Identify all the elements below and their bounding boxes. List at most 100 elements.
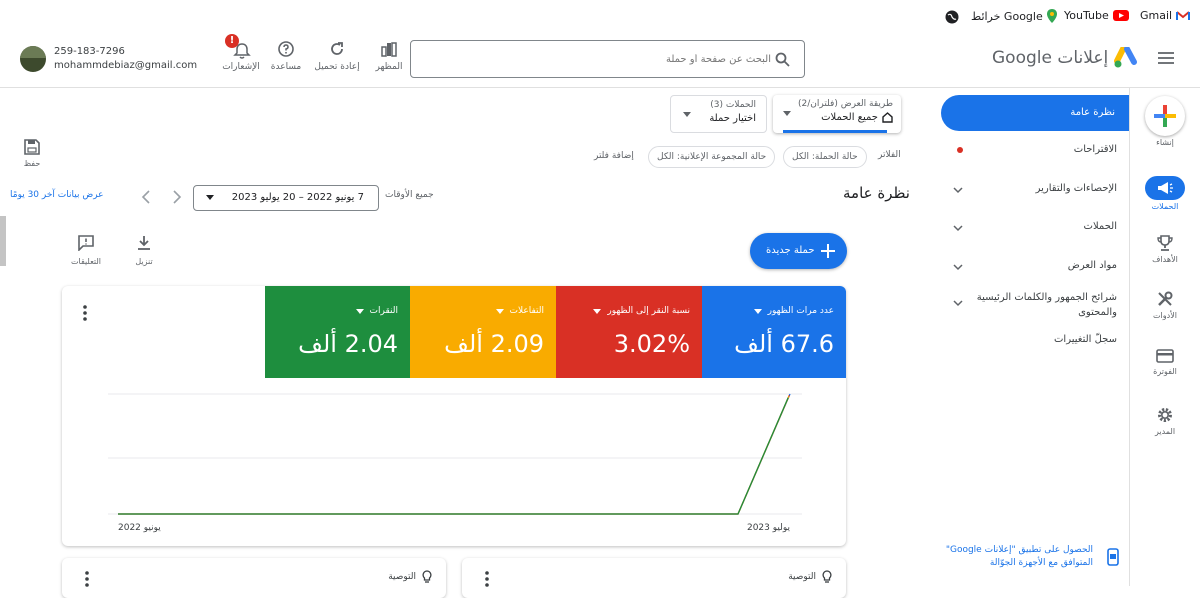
download-label: تنزيل	[135, 257, 153, 266]
save-button[interactable]: حفظ	[18, 139, 46, 168]
metric-value: 2.09 ألف	[444, 330, 544, 358]
nav-campaigns-label: الحملات	[1083, 221, 1117, 232]
megaphone-icon	[1158, 182, 1173, 194]
plus-icon	[821, 244, 835, 258]
nav-mobile-app[interactable]: الحصول على تطبيق "إعلانات Google" المتوا…	[935, 544, 1125, 570]
appearance-button[interactable]: المظهر	[364, 40, 414, 72]
chart-series-line	[118, 393, 791, 515]
app-title: إعلانات Google	[992, 48, 1109, 68]
google-ads-logo-icon[interactable]	[1114, 47, 1138, 69]
gear-icon	[1158, 408, 1172, 422]
caret-down-icon	[683, 112, 691, 117]
view-selector[interactable]: طريقة العرض (فلتران/2) جميع الحملات	[773, 95, 901, 133]
nav-recommendations-label: الاقتراحات	[1073, 144, 1117, 155]
bookmark-maps[interactable]: خرائط Google	[971, 9, 1057, 23]
bookmark-youtube[interactable]: YouTube	[1064, 9, 1129, 22]
new-campaign-button[interactable]: حملة جديدة	[750, 233, 847, 269]
nav-assets[interactable]: مواد العرض	[935, 260, 1125, 271]
chevron-down-icon	[953, 300, 963, 307]
chart-series-line	[118, 394, 790, 515]
rail-tools[interactable]: الأدوات	[1130, 290, 1200, 320]
metric-label: نسبة النقر إلى الظهور	[607, 306, 690, 316]
performance-card: عدد مرات الظهور 67.6 ألف نسبة النقر إلى …	[62, 286, 846, 546]
add-filter-button[interactable]: إضافة فلتر	[594, 151, 634, 161]
chevron-down-icon	[953, 225, 963, 232]
more-vert-icon[interactable]	[484, 570, 490, 588]
more-vert-icon[interactable]	[82, 304, 88, 322]
maps-pin-icon	[1046, 9, 1057, 23]
nav-change-history[interactable]: سجلّ التغييرات	[935, 334, 1125, 345]
campaign-selector-value: اختيار حملة	[709, 113, 756, 124]
download-icon	[138, 236, 150, 250]
nav-audiences[interactable]: شرائح الجمهور والكلمات الرئيسية والمحتوى	[935, 290, 1125, 320]
caret-down-icon	[593, 308, 602, 314]
view-selector-label: طريقة العرض (فلتران/2)	[797, 99, 893, 109]
chevron-left-icon[interactable]	[141, 190, 151, 204]
more-vert-icon[interactable]	[84, 570, 90, 588]
bookmark-maps-label: خرائط Google	[971, 9, 1043, 23]
caret-down-icon	[206, 195, 214, 200]
bookmark-youtube-label: YouTube	[1064, 9, 1109, 22]
chart-lines	[118, 393, 791, 515]
metric-impressions[interactable]: عدد مرات الظهور 67.6 ألف	[702, 286, 846, 378]
feedback-button[interactable]: التعليقات	[66, 235, 106, 266]
notifications-label: الإشعارات	[222, 62, 260, 72]
refresh-button[interactable]: إعادة تحميل	[312, 40, 362, 72]
globe-icon[interactable]	[945, 10, 959, 24]
nav-campaigns[interactable]: الحملات	[935, 221, 1125, 232]
download-button[interactable]: تنزيل	[126, 235, 162, 266]
alert-badge-icon: !	[225, 34, 239, 48]
caret-down-icon	[783, 111, 791, 116]
side-rail: إنشاء الحملات الأهداف الأدوات الفوترة ال…	[1130, 88, 1200, 586]
notifications-button[interactable]: ! الإشعارات	[216, 34, 266, 72]
rail-admin[interactable]: المدير	[1130, 406, 1200, 436]
credit-card-icon	[1156, 349, 1174, 363]
side-nav: نظرة عامة الاقتراحات الإحصاءات والتقارير…	[935, 88, 1130, 586]
nav-recommendations[interactable]: الاقتراحات	[935, 144, 1125, 155]
avatar[interactable]	[20, 46, 46, 72]
recommendation-card[interactable]: التوصية	[62, 558, 446, 598]
refresh-icon	[331, 42, 343, 55]
search-icon[interactable]	[775, 52, 790, 67]
nav-insights-label: الإحصاءات والتقارير	[1035, 183, 1117, 194]
rail-billing[interactable]: الفوترة	[1130, 348, 1200, 376]
nav-change-history-label: سجلّ التغييرات	[1054, 334, 1117, 345]
scrollbar-handle[interactable]	[0, 216, 6, 266]
metric-label: عدد مرات الظهور	[767, 306, 834, 316]
building-icon	[882, 112, 893, 123]
view-selector-underline	[783, 130, 887, 133]
nav-insights[interactable]: الإحصاءات والتقارير	[935, 183, 1125, 194]
rail-create[interactable]: إنشاء	[1130, 96, 1200, 147]
filter-chip-campaign-status[interactable]: حالة الحملة: الكل	[783, 146, 867, 168]
rail-goals[interactable]: الأهداف	[1130, 234, 1200, 264]
metric-interactions[interactable]: التفاعلات 2.09 ألف	[410, 286, 556, 378]
metric-value: 3.02%	[613, 330, 690, 358]
youtube-icon	[1112, 10, 1129, 21]
campaign-selector[interactable]: الحملات (3) اختيار حملة	[670, 95, 767, 133]
page-title: نظرة عامة	[843, 184, 910, 202]
metric-ctr[interactable]: نسبة النقر إلى الظهور 3.02%	[556, 286, 702, 378]
help-button[interactable]: مساعدة	[261, 40, 311, 72]
metric-clicks[interactable]: النقرات 2.04 ألف	[265, 286, 410, 378]
account-email[interactable]: mohammdebiaz@gmail.com	[54, 60, 197, 71]
lightbulb-icon	[822, 570, 832, 583]
date-range-label: جميع الأوقات	[385, 190, 434, 200]
date-range-value: 7 يونيو 2022 – 20 يوليو 2023	[231, 192, 364, 203]
last-30-days-link[interactable]: عرض بيانات آخر 30 يومًا	[10, 190, 104, 200]
recommendation-card[interactable]: التوصية	[462, 558, 846, 598]
nav-overview[interactable]: نظرة عامة	[941, 95, 1129, 131]
campaign-selector-label: الحملات (3)	[710, 100, 756, 110]
chevron-right-icon[interactable]	[172, 190, 182, 204]
search-input[interactable]	[441, 49, 771, 69]
feedback-label: التعليقات	[70, 257, 101, 266]
rail-campaigns[interactable]: الحملات	[1130, 176, 1200, 211]
chart-series-line	[118, 396, 790, 515]
appearance-icon	[381, 42, 397, 57]
nav-assets-label: مواد العرض	[1067, 260, 1117, 271]
date-range-picker[interactable]: 7 يونيو 2022 – 20 يوليو 2023	[193, 185, 379, 211]
filter-chip-adgroup-status[interactable]: حالة المجموعة الإعلانية: الكل	[648, 146, 776, 168]
recommendations-dot	[957, 147, 963, 153]
metric-label: النقرات	[369, 306, 398, 316]
menu-icon[interactable]	[1158, 52, 1174, 64]
bookmark-gmail[interactable]: Gmail	[1140, 9, 1191, 22]
